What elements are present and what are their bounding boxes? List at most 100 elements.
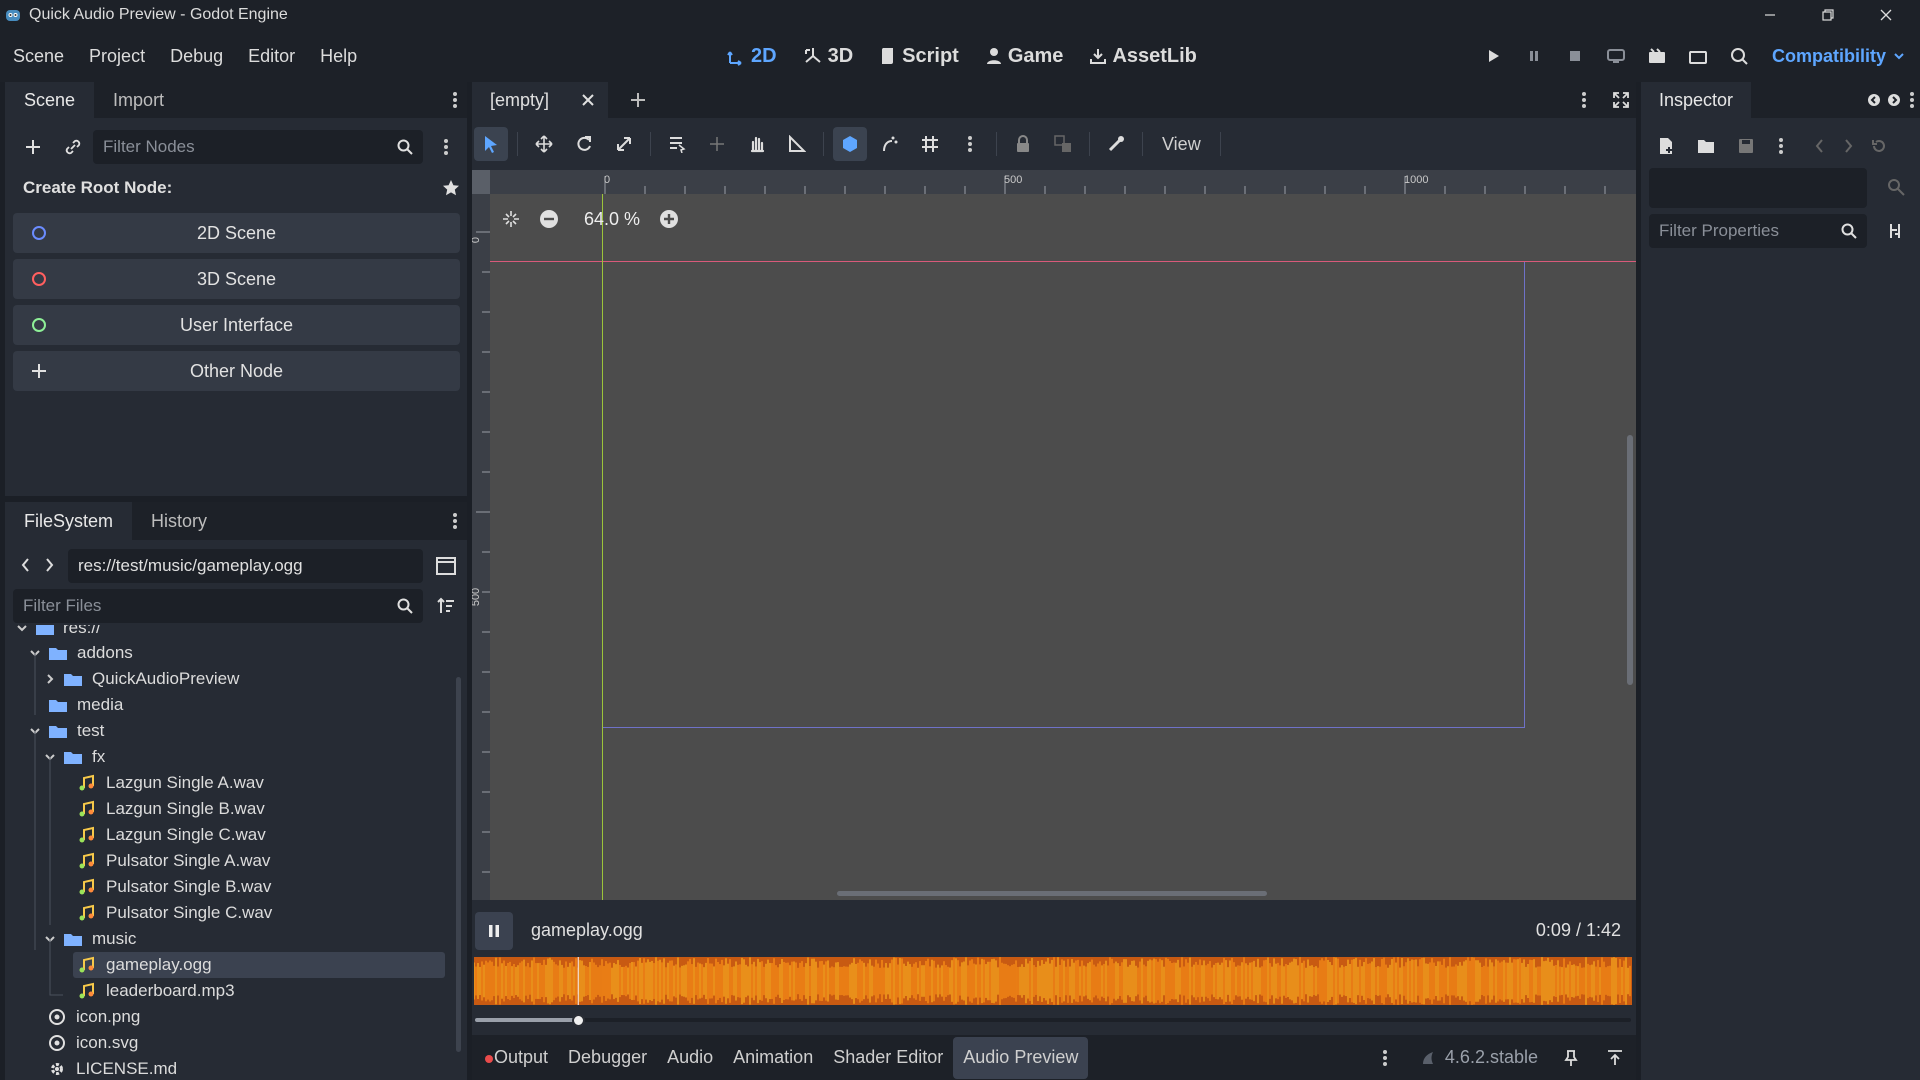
filter-nodes-input[interactable]: Filter Nodes [93,130,423,164]
tab-history[interactable]: History [132,502,226,540]
seek-handle[interactable] [572,1014,586,1027]
close-tab-icon[interactable] [581,93,595,107]
pause-icon[interactable] [1519,41,1548,71]
dock-right-icon[interactable] [1884,93,1904,107]
workspace-2d[interactable]: 2D [726,45,777,68]
other-node-button[interactable]: Other Node [13,351,460,391]
group-icon[interactable] [1046,127,1080,161]
zoom-in-icon[interactable] [654,204,684,234]
tree-row-gameplay-selected[interactable]: gameplay.ogg [73,952,445,978]
create-3d-scene-button[interactable]: 3D Scene [13,259,460,299]
filter-properties-input[interactable]: Filter Properties [1649,214,1867,248]
list-select-icon[interactable] [660,127,694,161]
viewport-vscroll[interactable] [1627,435,1633,685]
menu-scene[interactable]: Scene [1,46,77,67]
canvas-viewport[interactable]: 0 500 1000 0 500 64.0 % [472,170,1636,900]
remote-debug-icon[interactable] [1601,41,1630,71]
scene-tabs-menu-icon[interactable] [1572,82,1596,118]
snap-options-icon[interactable] [873,127,907,161]
history-forward-icon[interactable] [1837,129,1861,163]
expand-panel-icon[interactable] [1600,1049,1630,1067]
select-tool-icon[interactable] [474,127,508,161]
back-icon[interactable] [15,548,35,582]
minimize-button[interactable] [1741,0,1799,30]
bottom-menu-icon[interactable] [1373,1049,1397,1067]
dock-menu-icon[interactable] [1904,91,1920,109]
property-options-icon[interactable] [1881,214,1911,248]
dock-menu-icon[interactable] [443,512,467,530]
create-ui-button[interactable]: User Interface [13,305,460,345]
scale-tool-icon[interactable] [607,127,641,161]
dock-menu-icon[interactable] [443,91,467,109]
movie-maker-icon[interactable] [1724,41,1753,71]
new-resource-icon[interactable] [1649,129,1683,163]
grid-snap-icon[interactable] [913,127,947,161]
favorites-star-icon[interactable] [442,179,460,197]
seek-track[interactable] [475,1018,1631,1022]
toggle-split-icon[interactable] [429,549,463,583]
tab-empty-scene[interactable]: [empty] [472,82,608,118]
view-menu[interactable]: View [1152,127,1211,161]
tab-filesystem[interactable]: FileSystem [5,502,133,540]
zoom-level[interactable]: 64.0 % [570,209,654,230]
zoom-out-icon[interactable] [534,204,564,234]
pin-icon[interactable] [1556,1049,1586,1067]
history-back-icon[interactable] [1807,129,1831,163]
menu-help[interactable]: Help [308,46,370,67]
viewport-hscroll[interactable] [837,891,1267,896]
workspace-script[interactable]: Script [879,45,959,68]
object-tree-icon[interactable] [1881,172,1911,202]
path-field[interactable]: res://test/music/gameplay.ogg [68,549,423,583]
instance-scene-icon[interactable] [56,130,90,164]
ruler-tool-icon[interactable] [780,127,814,161]
filesystem-scrollbar[interactable] [456,677,461,1052]
lock-icon[interactable] [1006,127,1040,161]
smart-snap-icon[interactable] [833,127,867,161]
skeleton-icon[interactable] [1099,127,1133,161]
workspace-game[interactable]: Game [985,45,1063,68]
tab-debugger[interactable]: Debugger [558,1037,657,1079]
tab-import[interactable]: Import [94,82,183,118]
tab-audio[interactable]: Audio [657,1037,723,1079]
open-resource-icon[interactable] [1689,129,1723,163]
play-custom-scene-icon[interactable] [1683,41,1712,71]
close-window-button[interactable] [1857,0,1915,30]
sort-icon[interactable] [429,589,463,623]
object-selector[interactable] [1649,168,1867,208]
tab-inspector[interactable]: Inspector [1641,82,1752,118]
center-view-icon[interactable] [496,204,526,234]
add-node-icon[interactable] [16,130,50,164]
stop-icon[interactable] [1560,41,1589,71]
tab-shader-editor[interactable]: Shader Editor [823,1037,953,1079]
version-label[interactable]: 4.6.2.stable [1445,1047,1538,1068]
play-scene-icon[interactable] [1642,41,1671,71]
save-resource-icon[interactable] [1729,129,1763,163]
tab-scene[interactable]: Scene [5,82,95,118]
rotate-tool-icon[interactable] [567,127,601,161]
workspace-3d[interactable]: 3D [803,45,853,68]
tab-audio-preview[interactable]: Audio Preview [953,1036,1089,1079]
play-icon[interactable] [1478,41,1507,71]
tab-output[interactable]: Output [482,1037,558,1079]
tab-animation[interactable]: Animation [723,1037,823,1079]
create-2d-scene-button[interactable]: 2D Scene [13,213,460,253]
move-tool-icon[interactable] [527,127,561,161]
distraction-free-icon[interactable] [1609,82,1633,118]
pivot-tool-icon[interactable] [700,127,734,161]
workspace-assetlib[interactable]: AssetLib [1089,45,1197,68]
scene-options-icon[interactable] [429,130,463,164]
resource-menu-icon[interactable] [1769,129,1793,163]
restore-button[interactable] [1799,0,1857,30]
filter-files-input[interactable]: Filter Files [13,589,423,623]
dock-left-icon[interactable] [1864,93,1884,107]
pan-tool-icon[interactable] [740,127,774,161]
menu-editor[interactable]: Editor [236,46,308,67]
menu-debug[interactable]: Debug [158,46,236,67]
renderer-select[interactable]: Compatibility [1772,30,1906,82]
history-icon[interactable] [1867,129,1891,163]
pause-button[interactable] [475,912,513,950]
menu-project[interactable]: Project [77,46,158,67]
forward-icon[interactable] [40,548,60,582]
snap-menu-icon[interactable] [953,127,987,161]
add-tab-icon[interactable] [620,82,656,118]
